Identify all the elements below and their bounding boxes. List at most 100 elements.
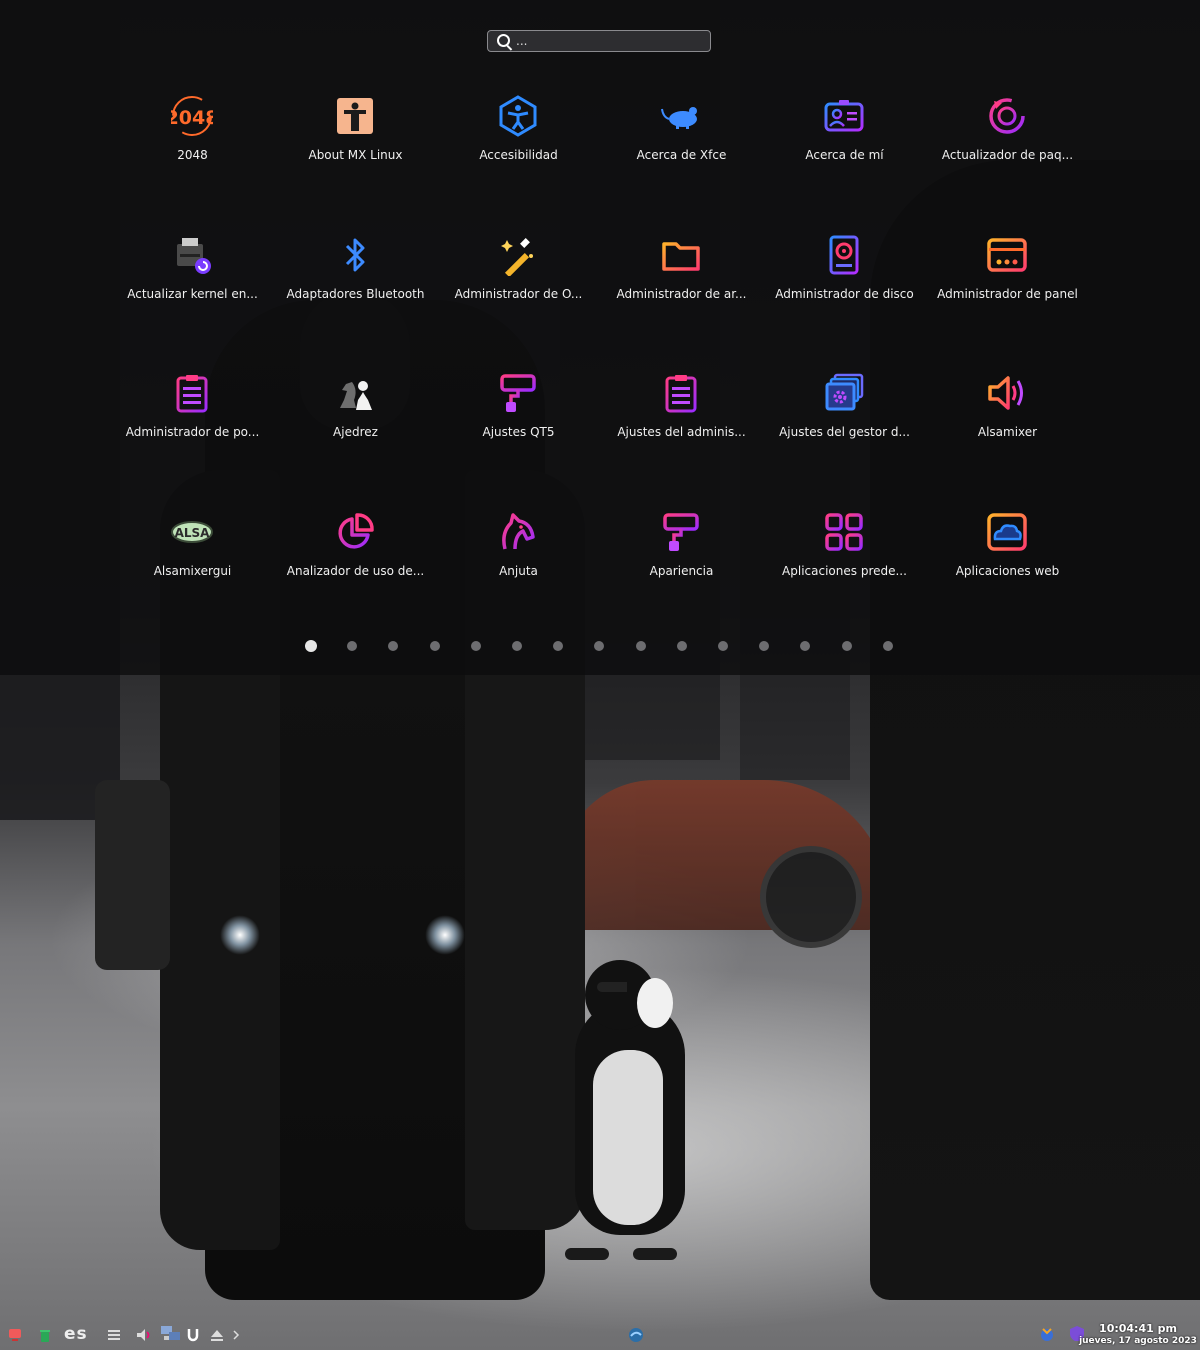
app-label: Acerca de mí <box>805 148 884 162</box>
clock-time: 10:04:41 pm <box>1099 1322 1177 1335</box>
app-launcher-item[interactable]: Administrador de disco <box>763 234 926 334</box>
clock-date: jueves, 17 agosto 2023 <box>1079 1336 1197 1346</box>
page-dot[interactable] <box>470 641 481 651</box>
app-launcher-item[interactable]: Actualizar kernel en... <box>111 234 274 334</box>
app-label: Anjuta <box>499 564 538 578</box>
app-label: Ajedrez <box>333 425 378 439</box>
app-label: Aplicaciones prede... <box>782 564 907 578</box>
chess-icon <box>334 372 376 414</box>
page-dot[interactable] <box>594 641 605 651</box>
app-label: Administrador de panel <box>937 287 1078 301</box>
app-launcher-item[interactable]: 2048 2048 <box>111 95 274 195</box>
app-label: Ajustes del gestor d... <box>779 425 910 439</box>
volume-icon[interactable] <box>135 1327 153 1343</box>
page-dot[interactable] <box>882 641 893 651</box>
app-label: About MX Linux <box>308 148 403 162</box>
clipboard-icon <box>660 372 702 414</box>
keyboard-layout-indicator[interactable]: es <box>64 1324 88 1344</box>
page-dot[interactable] <box>676 641 687 651</box>
page-dot[interactable] <box>347 641 358 651</box>
app-launcher-item[interactable]: ALSA Alsamixergui <box>111 511 274 611</box>
svg-text:ALSA: ALSA <box>175 526 211 540</box>
network-icon[interactable] <box>160 1324 182 1340</box>
page-dot-active[interactable] <box>305 640 317 652</box>
magic-wand-icon <box>497 234 539 276</box>
app-label: 2048 <box>177 148 208 162</box>
app-label: Analizador de uso de... <box>286 564 425 578</box>
clipboard-icon <box>171 372 213 414</box>
xfce-tray-icon[interactable] <box>627 1326 645 1342</box>
disk-icon <box>823 234 865 276</box>
updater-icon <box>986 95 1028 137</box>
app-label: Actualizador de paq... <box>941 148 1074 162</box>
accessibility-icon <box>497 95 539 137</box>
app-launcher-item[interactable]: Alsamixer <box>926 372 1089 472</box>
app-launcher-item[interactable]: Aplicaciones prede... <box>763 511 926 611</box>
trash-icon[interactable] <box>38 1327 52 1343</box>
screen-icon[interactable] <box>7 1327 23 1343</box>
grid-icon <box>823 511 865 553</box>
app-launcher-item[interactable]: Acerca de mí <box>763 95 926 195</box>
page-dot[interactable] <box>553 641 564 651</box>
app-launcher-item[interactable]: Administrador de ar... <box>600 234 763 334</box>
page-dot[interactable] <box>635 641 646 651</box>
app-label: Acerca de Xfce <box>636 148 727 162</box>
eject-icon[interactable] <box>210 1327 224 1343</box>
app-launcher-item[interactable]: Apariencia <box>600 511 763 611</box>
app-launcher-item[interactable]: Ajustes del gestor d... <box>763 372 926 472</box>
chevron-right-icon[interactable] <box>231 1327 241 1343</box>
page-dot[interactable] <box>512 641 522 651</box>
clock[interactable]: 10:04:41 pm jueves, 17 agosto 2023 <box>1078 1322 1198 1347</box>
cloud-window-icon <box>986 511 1028 553</box>
app-launcher-item[interactable]: Actualizador de paq... <box>926 95 1089 195</box>
page-dot[interactable] <box>759 641 770 651</box>
search-icon <box>497 34 510 47</box>
app-label: Alsamixer <box>977 425 1038 439</box>
horse-icon <box>497 511 539 553</box>
app-label: Actualizar kernel en... <box>127 287 258 301</box>
window-settings-icon <box>823 372 865 414</box>
page-dot[interactable] <box>800 641 811 651</box>
game-2048-icon: 2048 <box>171 95 213 137</box>
app-launcher-item[interactable]: Analizador de uso de... <box>274 511 437 611</box>
app-launcher-item[interactable]: Acerca de Xfce <box>600 95 763 195</box>
app-launcher-item[interactable]: About MX Linux <box>274 95 437 195</box>
app-launcher-item[interactable]: Anjuta <box>437 511 600 611</box>
page-dot[interactable] <box>841 641 852 651</box>
about-mx-icon <box>334 95 376 137</box>
app-launcher-item[interactable]: Aplicaciones web <box>926 511 1089 611</box>
kernel-update-icon <box>171 234 213 276</box>
search-input[interactable] <box>516 33 701 49</box>
app-launcher-item[interactable]: Ajustes QT5 <box>437 372 600 472</box>
bluetooth-icon <box>334 234 376 276</box>
app-label: Alsamixergui <box>153 564 232 578</box>
updater-tray-icon[interactable] <box>186 1327 200 1343</box>
app-launcher-item[interactable]: Administrador de O... <box>437 234 600 334</box>
alsa-icon: ALSA <box>171 511 213 553</box>
pie-chart-icon <box>334 511 376 553</box>
mx-updater-icon[interactable] <box>1038 1325 1056 1341</box>
app-label: Administrador de ar... <box>616 287 747 301</box>
svg-text:2048: 2048 <box>171 107 213 129</box>
app-launcher-item[interactable]: Administrador de panel <box>926 234 1089 334</box>
page-dot[interactable] <box>388 641 399 651</box>
search-box[interactable] <box>487 30 711 52</box>
app-label: Ajustes del adminis... <box>617 425 746 439</box>
app-label: Adaptadores Bluetooth <box>286 287 425 301</box>
contact-card-icon <box>823 95 865 137</box>
app-label: Administrador de po... <box>125 425 260 439</box>
app-launcher-item[interactable]: Accesibilidad <box>437 95 600 195</box>
app-label: Accesibilidad <box>479 148 558 162</box>
list-menu-icon[interactable] <box>106 1327 122 1343</box>
app-launcher-item[interactable]: Ajedrez <box>274 372 437 472</box>
app-launcher-item[interactable]: Adaptadores Bluetooth <box>274 234 437 334</box>
app-label: Aplicaciones web <box>955 564 1060 578</box>
panel-icon <box>986 234 1028 276</box>
page-dot[interactable] <box>718 641 728 651</box>
page-dot[interactable] <box>429 641 440 651</box>
xfce-mouse-icon <box>660 95 702 137</box>
app-launcher: 2048 2048 About MX Linux Accesibilidad Ac… <box>0 0 1200 675</box>
paint-roller-icon <box>660 511 702 553</box>
app-launcher-item[interactable]: Administrador de po... <box>111 372 274 472</box>
app-launcher-item[interactable]: Ajustes del adminis... <box>600 372 763 472</box>
